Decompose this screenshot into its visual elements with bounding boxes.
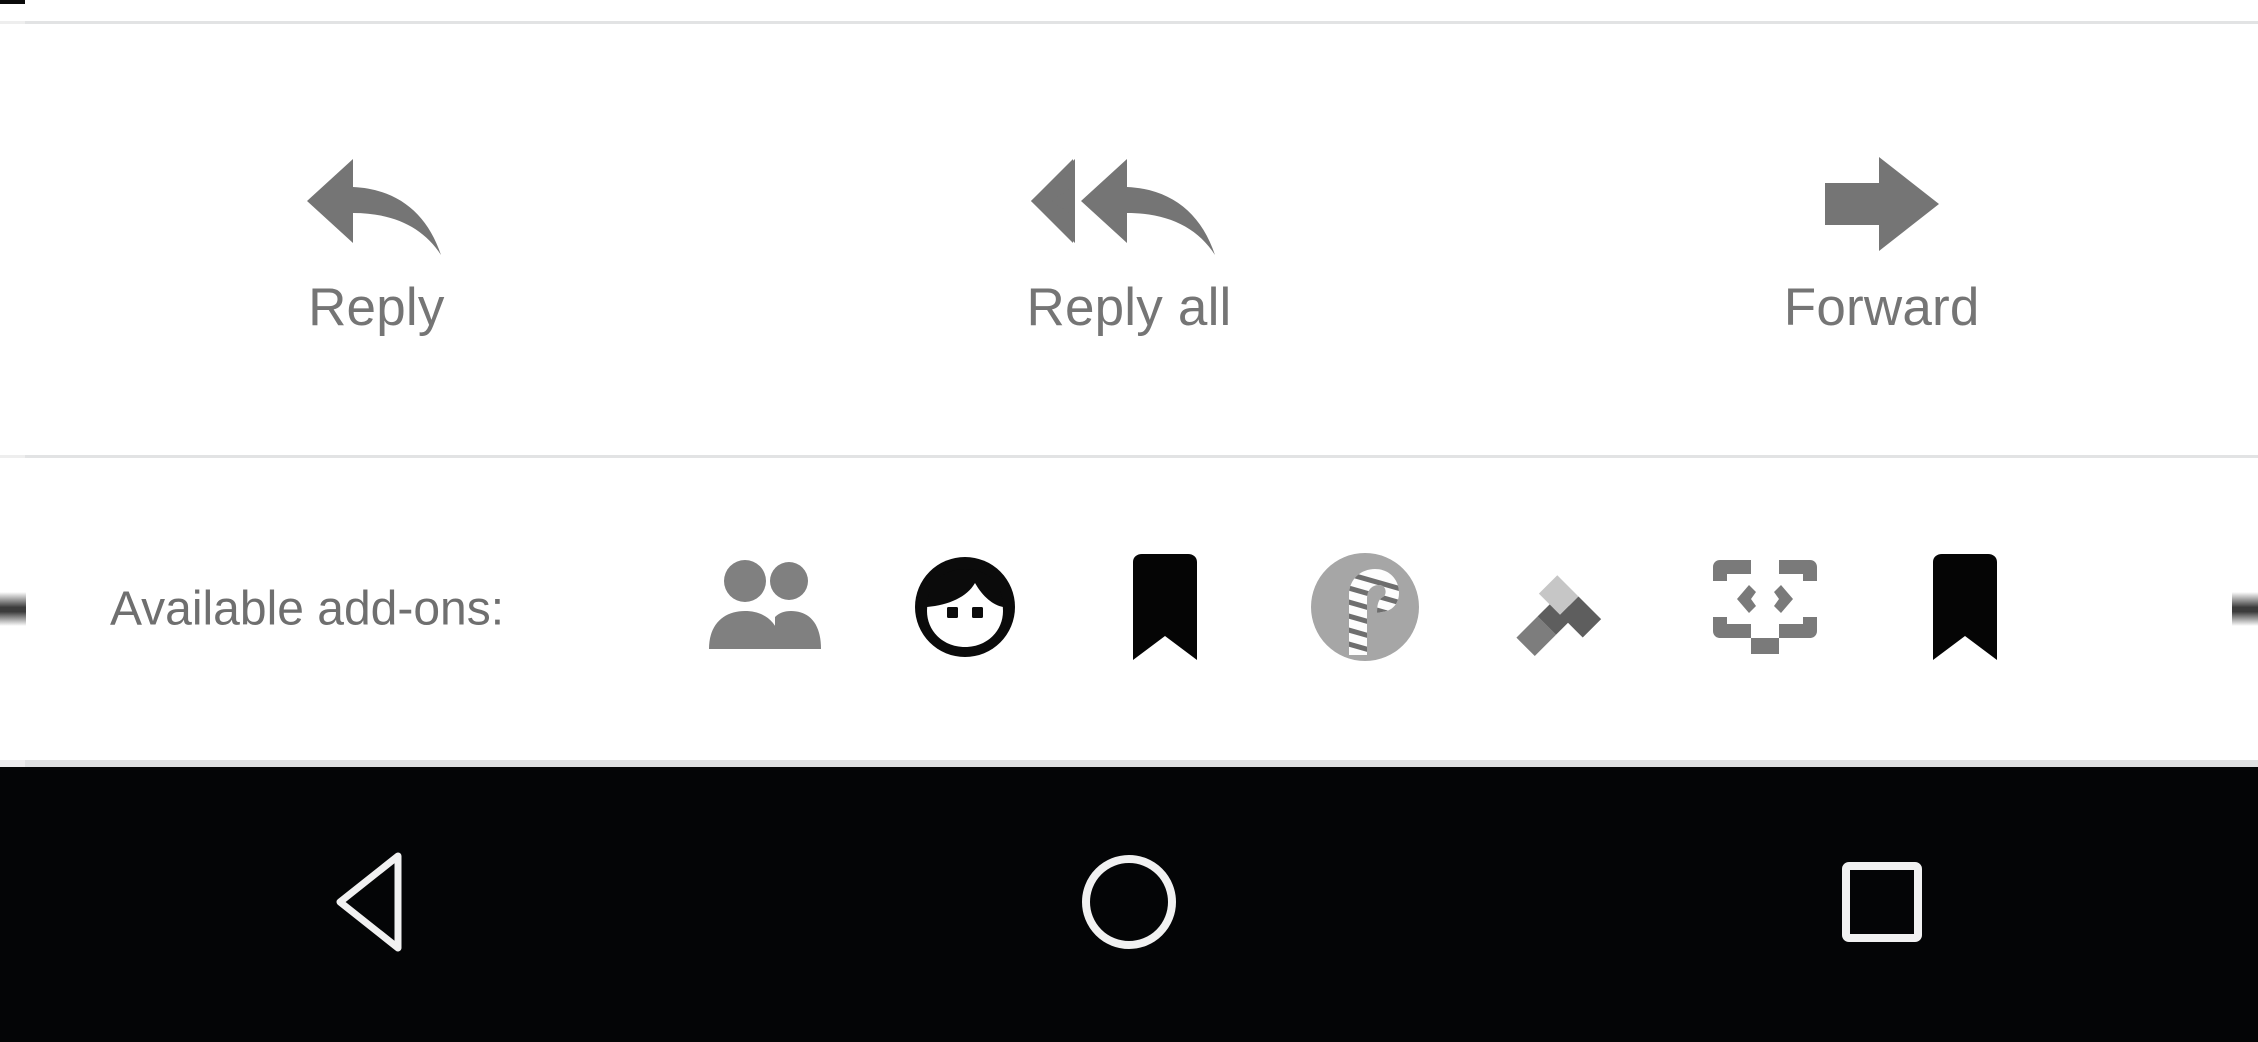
reply-icon: [301, 141, 451, 271]
code-brackets-screen-icon: [1707, 555, 1823, 664]
scroll-nub-right-icon[interactable]: [2232, 592, 2258, 626]
addon-avatar-button[interactable]: [900, 544, 1030, 674]
addon-bookmark-2-button[interactable]: [1900, 544, 2030, 674]
addon-candy-cane-button[interactable]: [1300, 544, 1430, 674]
nav-recents-button[interactable]: [1732, 767, 2032, 1042]
forward-button[interactable]: Forward: [1505, 24, 2258, 455]
addon-bookmark-1-button[interactable]: [1100, 544, 1230, 674]
back-triangle-icon: [326, 850, 426, 959]
home-circle-icon: [1077, 850, 1181, 959]
addon-tasks-button[interactable]: [1500, 544, 1630, 674]
addons-list: [700, 458, 2030, 760]
message-actions-bar: Reply Reply all Forward: [0, 24, 2258, 455]
face-avatar-icon: [909, 551, 1021, 668]
people-icon: [705, 557, 825, 662]
reply-all-label: Reply all: [1026, 278, 1232, 338]
top-edge-nub: [0, 0, 25, 4]
screen: Reply Reply all Forward Available add-on…: [0, 0, 2258, 1042]
addon-contacts-button[interactable]: [700, 544, 830, 674]
bookmark-icon: [1127, 552, 1203, 667]
nav-back-button[interactable]: [226, 767, 526, 1042]
divider-above-navbar: [0, 760, 2258, 767]
reply-button[interactable]: Reply: [0, 24, 753, 455]
scroll-nub-left-icon[interactable]: [0, 592, 26, 626]
addon-code-screen-button[interactable]: [1700, 544, 1830, 674]
reply-label: Reply: [308, 278, 445, 338]
reply-all-icon: [1029, 141, 1229, 271]
checkmark-icon: [1506, 557, 1624, 662]
addons-label: Available add-ons:: [110, 582, 505, 636]
nav-home-button[interactable]: [979, 767, 1279, 1042]
forward-label: Forward: [1783, 278, 1980, 338]
candy-cane-circle-icon: [1309, 551, 1421, 668]
divider-left-segment: [0, 760, 25, 767]
addons-bar: Available add-ons:: [0, 458, 2258, 760]
reply-all-button[interactable]: Reply all: [753, 24, 1506, 455]
recents-square-icon: [1832, 852, 1932, 957]
android-navigation-bar: [0, 767, 2258, 1042]
bookmark-icon: [1927, 552, 2003, 667]
forward-icon: [1817, 141, 1947, 271]
